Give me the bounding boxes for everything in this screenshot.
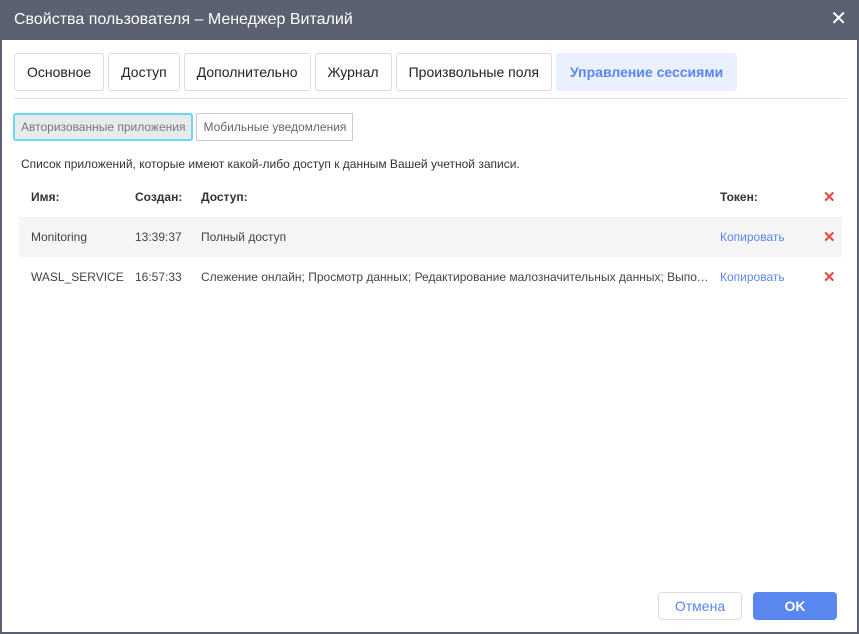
subtab-bar: Авторизованные приложения Мобильные увед… bbox=[13, 113, 354, 141]
tab-additional[interactable]: Дополнительно bbox=[183, 53, 311, 91]
tab-access[interactable]: Доступ bbox=[108, 53, 180, 91]
table-row: Monitoring 13:39:37 Полный доступ Копиро… bbox=[19, 217, 842, 257]
dialog-title: Свойства пользователя – Менеджер Виталий bbox=[14, 11, 353, 28]
copy-token-link[interactable]: Копировать bbox=[720, 230, 785, 244]
tab-log[interactable]: Журнал bbox=[314, 53, 392, 91]
header-token: Токен: bbox=[720, 190, 758, 204]
tab-session-management[interactable]: Управление сессиями bbox=[555, 53, 738, 91]
table-header: Имя: Создан: Доступ: Токен: ✕ bbox=[19, 177, 842, 217]
subtab-authorized-apps[interactable]: Авторизованные приложения bbox=[13, 113, 194, 141]
tab-custom-fields[interactable]: Произвольные поля bbox=[395, 53, 552, 91]
header-created: Создан: bbox=[135, 190, 183, 204]
close-icon[interactable]: ✕ bbox=[830, 9, 847, 29]
delete-icon[interactable]: ✕ bbox=[823, 228, 836, 246]
app-access: Слежение онлайн; Просмотр данных; Редакт… bbox=[201, 270, 711, 284]
header-access: Доступ: bbox=[201, 190, 248, 204]
app-access: Полный доступ bbox=[201, 230, 287, 244]
delete-icon[interactable]: ✕ bbox=[823, 268, 836, 286]
description: Список приложений, которые имеют какой-л… bbox=[21, 157, 520, 171]
app-created: 13:39:37 bbox=[135, 230, 182, 244]
apps-table: Имя: Создан: Доступ: Токен: ✕ Monitoring… bbox=[19, 177, 842, 297]
app-name: WASL_SERVICE bbox=[31, 270, 124, 284]
app-name: Monitoring bbox=[31, 230, 88, 244]
table-row: WASL_SERVICE 16:57:33 Слежение онлайн; П… bbox=[19, 257, 842, 297]
user-properties-dialog: Свойства пользователя – Менеджер Виталий… bbox=[0, 0, 859, 632]
delete-all-icon[interactable]: ✕ bbox=[823, 188, 836, 206]
divider bbox=[14, 98, 847, 99]
copy-token-link[interactable]: Копировать bbox=[720, 270, 785, 284]
header-name: Имя: bbox=[31, 190, 60, 204]
tab-main[interactable]: Основное bbox=[14, 53, 105, 91]
ok-button[interactable]: OK bbox=[753, 592, 837, 620]
title-bar: Свойства пользователя – Менеджер Виталий… bbox=[0, 0, 859, 40]
cancel-button[interactable]: Отмена bbox=[658, 592, 742, 620]
tab-bar: Основное Доступ Дополнительно Журнал Про… bbox=[14, 53, 738, 91]
subtab-mobile-notifications[interactable]: Мобильные уведомления bbox=[196, 113, 354, 141]
app-created: 16:57:33 bbox=[135, 270, 182, 284]
